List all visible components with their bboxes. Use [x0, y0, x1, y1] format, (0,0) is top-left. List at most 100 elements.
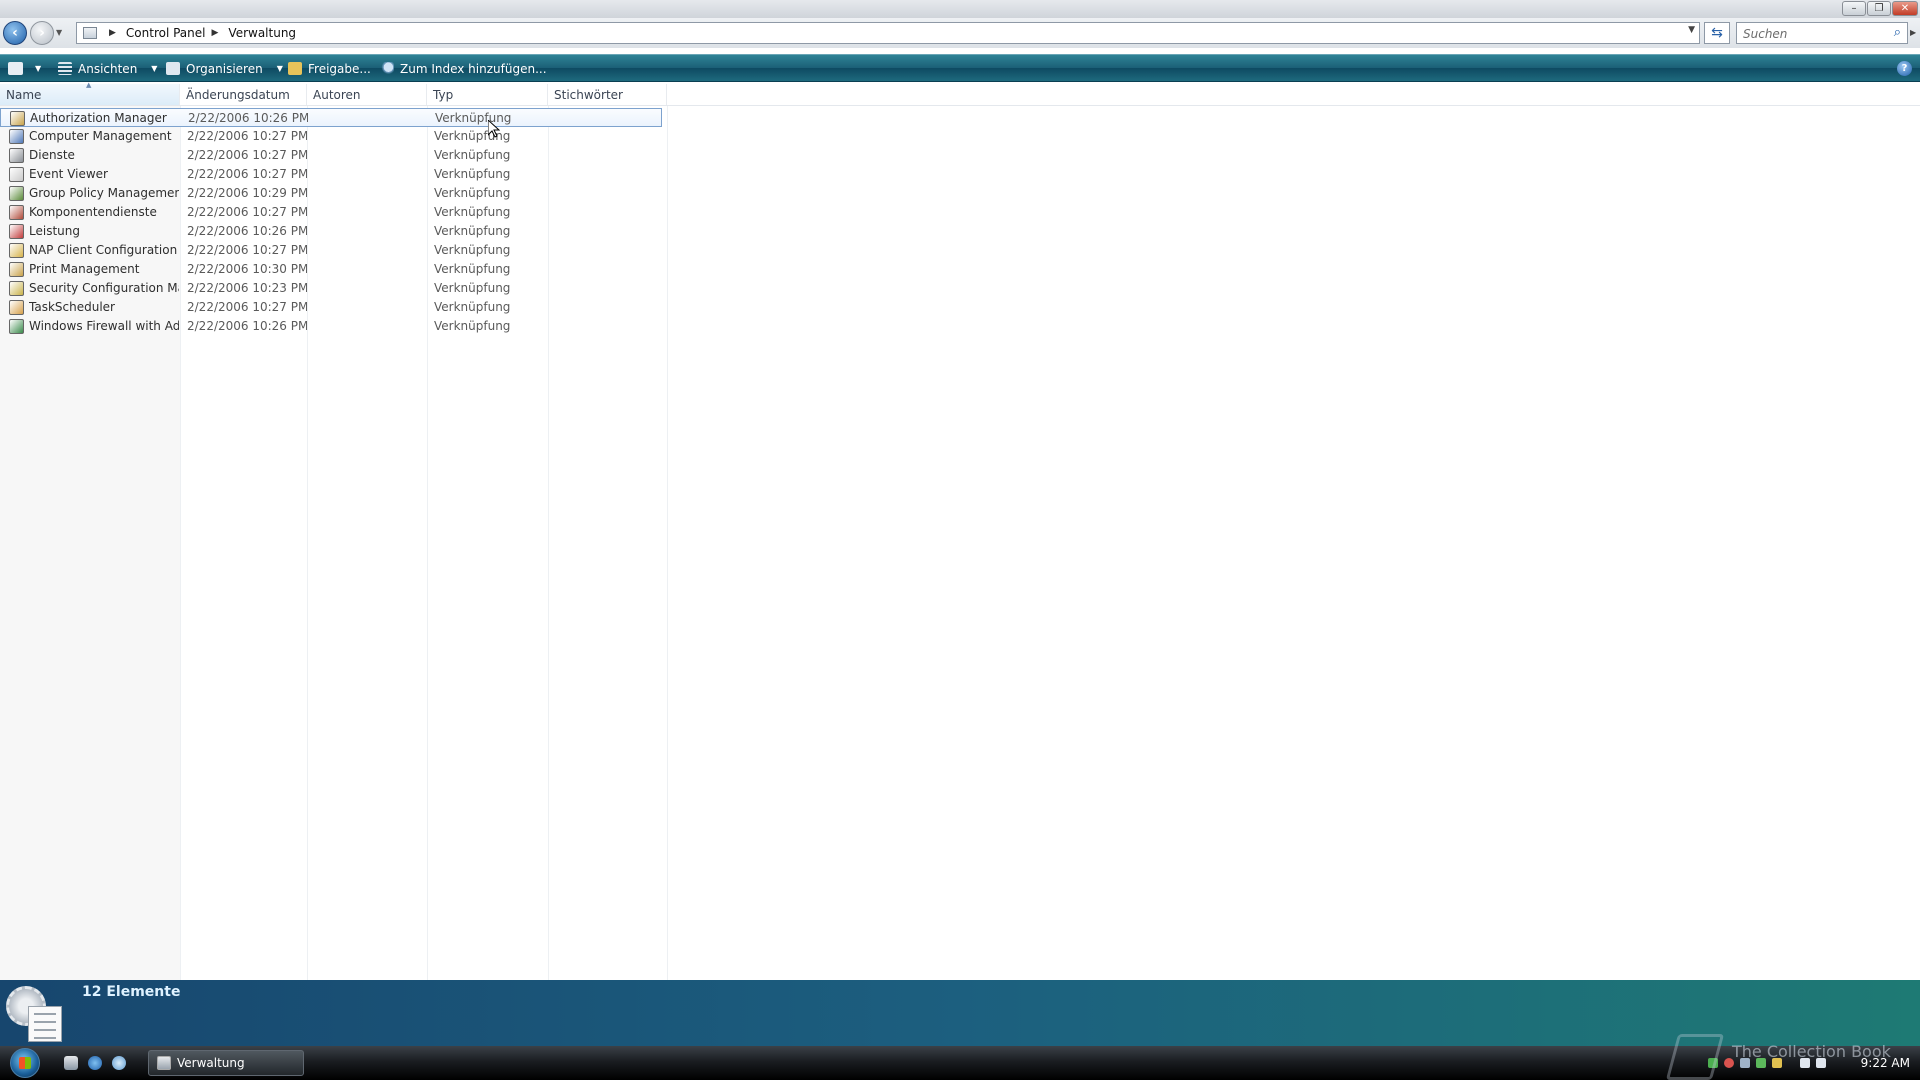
- column-header-type-label: Typ: [433, 88, 454, 102]
- views-icon: [58, 62, 72, 75]
- share-button[interactable]: Freigabe...: [288, 55, 371, 82]
- address-bar[interactable]: ▶ Control Panel ▶ Verwaltung ▼: [76, 22, 1700, 44]
- file-modified-date: 2/22/2006 10:27 PM: [187, 148, 307, 162]
- column-header-type[interactable]: Typ: [427, 84, 548, 105]
- table-row[interactable]: Leistung 2/22/2006 10:26 PM Verknüpfung: [0, 222, 662, 241]
- table-row[interactable]: Event Viewer 2/22/2006 10:27 PM Verknüpfun…: [0, 165, 662, 184]
- maximize-icon[interactable]: ❐: [1867, 1, 1891, 16]
- shortcut-icon: [9, 281, 24, 296]
- minimize-icon[interactable]: –: [1842, 1, 1866, 16]
- chevron-down-icon: ▼: [35, 64, 42, 73]
- title-bar: – ❐ ✕: [0, 0, 1920, 18]
- shortcut-icon: [9, 262, 24, 277]
- table-row[interactable]: Authorization Manager 2/22/2006 10:26 PM V…: [0, 108, 662, 127]
- watermark-text: The Collection Book: [1732, 1042, 1891, 1061]
- file-modified-date: 2/22/2006 10:27 PM: [187, 129, 307, 143]
- switch-windows-icon[interactable]: [112, 1056, 126, 1070]
- taskbar: Verwaltung 9:22 AM: [0, 1046, 1920, 1080]
- file-name: Leistung: [29, 224, 80, 238]
- file-modified-date: 2/22/2006 10:26 PM: [188, 111, 308, 125]
- breadcrumb-separator-icon[interactable]: ▶: [109, 28, 116, 38]
- column-header-keywords[interactable]: Stichwörter: [548, 84, 667, 105]
- breadcrumb-verwaltung[interactable]: Verwaltung: [228, 26, 296, 40]
- details-pane: 12 Elemente: [0, 980, 1920, 1046]
- file-modified-date: 2/22/2006 10:27 PM: [187, 205, 307, 219]
- refresh-button[interactable]: ⇆: [1704, 22, 1730, 44]
- shortcut-icon: [10, 111, 25, 126]
- file-type: Verknüpfung: [434, 243, 511, 257]
- layout-button[interactable]: ▼: [8, 55, 41, 82]
- add-to-index-button[interactable]: Zum Index hinzufügen...: [380, 55, 547, 82]
- chevron-down-icon: ▼: [151, 64, 158, 73]
- table-row[interactable]: Computer Management 2/22/2006 10:27 PM Ver…: [0, 127, 662, 146]
- internet-explorer-icon[interactable]: [88, 1056, 102, 1070]
- forward-button[interactable]: ›: [30, 21, 54, 45]
- organize-button[interactable]: Organisieren ▼: [166, 55, 283, 82]
- column-header-row: ▲ Name Änderungsdatum Autoren Typ Stichw…: [0, 81, 1920, 106]
- file-name: Security Configuration Ma...: [29, 281, 179, 295]
- verwaltung-window-icon: [157, 1056, 171, 1070]
- table-row[interactable]: Dienste 2/22/2006 10:27 PM Verknüpfung: [0, 146, 662, 165]
- layout-icon: [8, 62, 23, 75]
- file-type: Verknüpfung: [434, 281, 511, 295]
- file-type: Verknüpfung: [434, 300, 511, 314]
- file-modified-date: 2/22/2006 10:26 PM: [187, 319, 307, 333]
- search-input[interactable]: [1741, 24, 1885, 44]
- file-modified-date: 2/22/2006 10:27 PM: [187, 243, 307, 257]
- file-name: TaskScheduler: [29, 300, 115, 314]
- file-name: Komponentendienste: [29, 205, 157, 219]
- close-icon[interactable]: ✕: [1892, 1, 1918, 16]
- share-label: Freigabe...: [308, 61, 371, 76]
- help-icon[interactable]: ?: [1897, 61, 1912, 76]
- column-header-name-label: Name: [6, 88, 42, 102]
- shortcut-icon: [9, 300, 24, 315]
- column-header-authors[interactable]: Autoren: [307, 84, 427, 105]
- table-row[interactable]: Group Policy Management 2/22/2006 10:29 P…: [0, 184, 662, 203]
- show-desktop-icon[interactable]: [64, 1056, 78, 1070]
- file-list[interactable]: Authorization Manager 2/22/2006 10:26 PM V…: [0, 106, 1920, 980]
- chevron-down-icon: ▼: [276, 64, 283, 73]
- search-box[interactable]: ⌕: [1736, 22, 1908, 44]
- taskbar-window-verwaltung[interactable]: Verwaltung: [148, 1050, 304, 1076]
- views-button[interactable]: Ansichten ▼: [58, 55, 157, 82]
- column-header-modified-label: Änderungsdatum: [186, 88, 290, 102]
- column-header-authors-label: Autoren: [313, 88, 361, 102]
- column-header-name[interactable]: ▲ Name: [0, 81, 180, 105]
- table-row[interactable]: NAP Client Configuration 2/22/2006 10:27 …: [0, 241, 662, 260]
- start-button[interactable]: [10, 1048, 40, 1078]
- breadcrumb-separator-icon[interactable]: ▶: [212, 28, 219, 38]
- address-row: ‹ › ▼ ▶ Control Panel ▶ Verwaltung ▼ ⇆ ⌕…: [0, 18, 1920, 48]
- table-row[interactable]: Security Configuration Ma... 2/22/2006 10…: [0, 279, 662, 298]
- file-modified-date: 2/22/2006 10:27 PM: [187, 300, 307, 314]
- shortcut-icon: [9, 148, 24, 163]
- file-name: NAP Client Configuration: [29, 243, 178, 257]
- file-name: Authorization Manager: [30, 111, 167, 125]
- table-row[interactable]: Windows Firewall with Ad... 2/22/2006 10:…: [0, 317, 662, 336]
- table-row[interactable]: TaskScheduler 2/22/2006 10:27 PM Verknüpfu…: [0, 298, 662, 317]
- shortcut-icon: [9, 224, 24, 239]
- command-bar: ▼ Ansichten ▼ Organisieren ▼ Freigabe...…: [0, 54, 1920, 82]
- search-icon[interactable]: ⌕: [1894, 25, 1901, 40]
- shortcut-icon: [9, 186, 24, 201]
- file-type: Verknüpfung: [434, 167, 511, 181]
- file-type: Verknüpfung: [434, 262, 511, 276]
- organize-icon: [166, 62, 180, 75]
- address-dropdown-chevron-down-icon[interactable]: ▼: [1688, 25, 1695, 35]
- file-modified-date: 2/22/2006 10:29 PM: [187, 186, 307, 200]
- column-header-modified[interactable]: Änderungsdatum: [180, 84, 307, 105]
- table-row[interactable]: Print Management 2/22/2006 10:30 PM Verknü…: [0, 260, 662, 279]
- shortcut-icon: [9, 205, 24, 220]
- table-row[interactable]: Komponentendienste 2/22/2006 10:27 PM Verk…: [0, 203, 662, 222]
- item-count: 12 Elemente: [82, 984, 181, 1000]
- recent-pages-chevron-down-icon[interactable]: ▼: [56, 28, 62, 37]
- file-name: Event Viewer: [29, 167, 108, 181]
- file-type: Verknüpfung: [434, 319, 511, 333]
- window-controls: – ❐ ✕: [1842, 1, 1918, 16]
- document-icon: [28, 1006, 62, 1042]
- add-to-index-label: Zum Index hinzufügen...: [400, 61, 547, 76]
- file-type: Verknüpfung: [434, 148, 511, 162]
- shortcut-icon: [9, 129, 24, 144]
- search-options-chevron-icon[interactable]: ▶: [1910, 28, 1916, 37]
- breadcrumb-control-panel[interactable]: Control Panel: [126, 26, 206, 40]
- back-button[interactable]: ‹: [3, 21, 27, 45]
